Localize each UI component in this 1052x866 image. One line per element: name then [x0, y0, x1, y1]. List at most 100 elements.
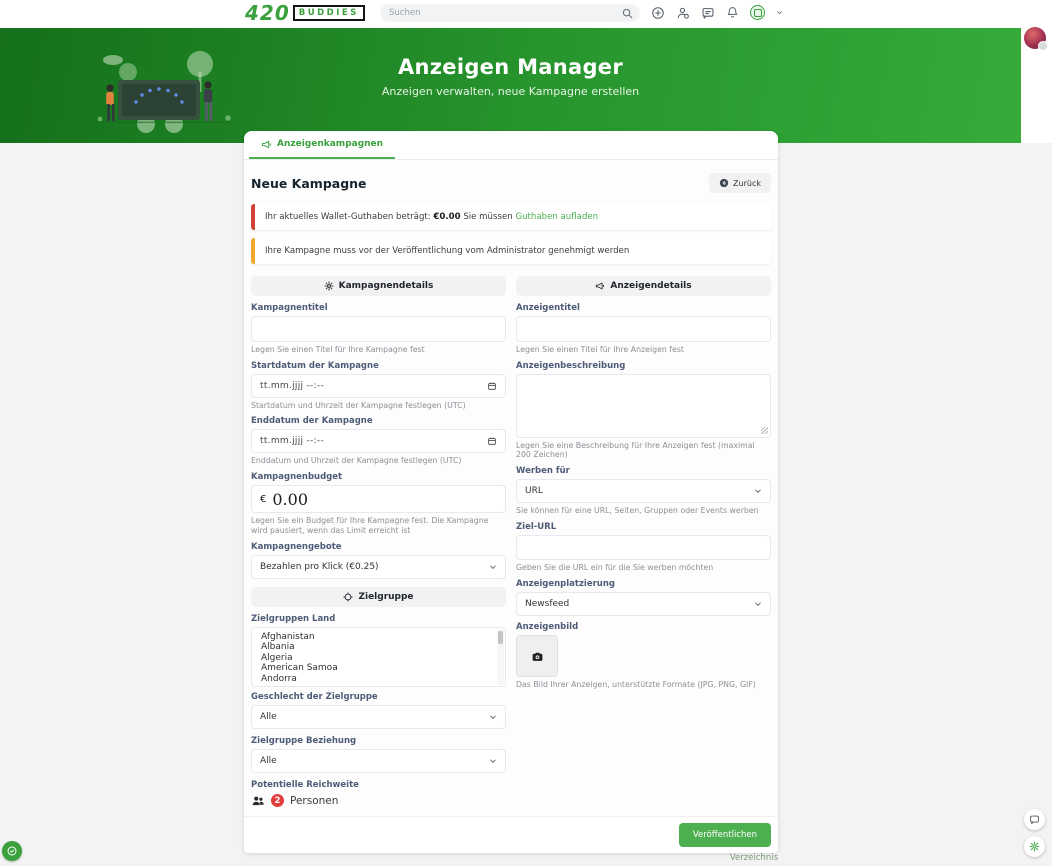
ad-image-label: Anzeigenbild — [516, 622, 771, 632]
country-option[interactable]: Andorra — [252, 674, 505, 685]
tab-anzeigenkampagnen[interactable]: Anzeigenkampagnen — [249, 131, 395, 159]
ad-description-textarea[interactable] — [516, 374, 771, 438]
campaign-start-input[interactable]: tt.mm.jjjj --:-- — [251, 374, 506, 398]
promote-selected-value: URL — [525, 486, 543, 496]
tab-label: Anzeigenkampagnen — [277, 139, 383, 149]
ad-description-label: Anzeigenbeschreibung — [516, 361, 771, 371]
megaphone-icon — [261, 139, 272, 150]
back-button[interactable]: Zurück — [709, 173, 771, 193]
gear-icon — [1029, 841, 1040, 852]
audience-header: Zielgruppe — [251, 587, 506, 607]
budget-value: 0.00 — [272, 490, 308, 509]
chat-float-button[interactable] — [1024, 809, 1045, 830]
profile-avatar[interactable] — [1024, 27, 1046, 49]
card-footer: Veröffentlichen — [244, 816, 778, 853]
search-input[interactable] — [380, 8, 622, 18]
logo-420-text: 420 — [245, 3, 290, 23]
calendar-icon[interactable] — [487, 436, 497, 446]
settings-float-button[interactable] — [1024, 836, 1045, 857]
campaign-details-title: Kampagnendetails — [339, 281, 434, 291]
avatar-placeholder-glyph — [754, 9, 762, 17]
camera-icon — [531, 650, 544, 663]
audience-title: Zielgruppe — [358, 592, 413, 602]
campaign-budget-input[interactable]: € 0.00 — [251, 485, 506, 513]
back-button-label: Zurück — [733, 179, 761, 188]
bid-selected-value: Bezahlen pro Klick (€0.25) — [260, 562, 379, 572]
chevron-down-icon — [489, 713, 497, 721]
target-url-label: Ziel-URL — [516, 522, 771, 532]
target-icon — [343, 592, 353, 602]
chevron-down-icon — [489, 757, 497, 765]
caret-down-icon[interactable] — [776, 9, 783, 16]
placement-selected-value: Newsfeed — [525, 599, 569, 609]
ad-details-header: Anzeigendetails — [516, 276, 771, 296]
ad-description-help: Legen Sie eine Beschreibung für Ihre Anz… — [516, 441, 771, 460]
ad-title-label: Anzeigentitel — [516, 303, 771, 313]
cookie-consent-icon[interactable] — [2, 841, 22, 861]
campaign-budget-help: Legen Sie ein Budget für Ihre Kampagne f… — [251, 516, 506, 535]
bell-icon[interactable] — [726, 6, 739, 19]
scrollbar-thumb[interactable] — [498, 631, 503, 644]
promote-for-select[interactable]: URL — [516, 479, 771, 503]
campaign-end-help: Enddatum und Uhrzeit der Kampagne festle… — [251, 456, 506, 466]
currency-symbol: € — [260, 494, 266, 505]
chevron-down-icon — [754, 600, 762, 608]
country-option[interactable]: Algeria — [252, 653, 505, 664]
publish-button[interactable]: Veröffentlichen — [679, 823, 771, 847]
ad-image-upload[interactable] — [516, 635, 558, 677]
chat-icon[interactable] — [701, 6, 715, 20]
ad-title-input[interactable] — [516, 316, 771, 342]
country-option[interactable]: Albania — [252, 642, 505, 653]
topup-wallet-link[interactable]: Guthaben aufladen — [515, 212, 598, 222]
target-url-input[interactable] — [516, 535, 771, 560]
users-icon — [251, 794, 265, 808]
reach-unit: Personen — [290, 795, 338, 807]
placement-select[interactable]: Newsfeed — [516, 592, 771, 616]
country-option[interactable]: American Samoa — [252, 663, 505, 674]
wallet-alert-text: Ihr aktuelles Wallet-Guthaben beträgt: — [265, 212, 433, 222]
ad-details-title: Anzeigendetails — [610, 281, 691, 291]
audience-country-list[interactable]: Afghanistan Albania Algeria American Sam… — [251, 627, 506, 687]
reach-count-badge: 2 — [271, 794, 284, 807]
campaign-title-label: Kampagnentitel — [251, 303, 506, 313]
audience-relationship-select[interactable]: Alle — [251, 749, 506, 773]
date-placeholder: tt.mm.jjjj --:-- — [260, 436, 324, 446]
promote-for-label: Werben für — [516, 466, 771, 476]
campaign-title-input[interactable] — [251, 316, 506, 342]
top-navbar: 420 BUDDIES — [0, 0, 1052, 28]
logo-buddies-text: BUDDIES — [293, 5, 365, 21]
search-bar — [380, 4, 640, 22]
campaign-bid-label: Kampagnengebote — [251, 542, 506, 552]
profile-menu-avatar[interactable] — [750, 5, 765, 20]
campaign-start-label: Startdatum der Kampagne — [251, 361, 506, 371]
country-list-scrollbar[interactable] — [497, 629, 504, 685]
campaign-details-header: Kampagnendetails — [251, 276, 506, 296]
campaign-start-help: Startdatum und Uhrzeit der Kampagne fest… — [251, 401, 506, 411]
chevron-down-icon — [754, 487, 762, 495]
navbar-actions — [651, 5, 783, 20]
campaign-bid-select[interactable]: Bezahlen pro Klick (€0.25) — [251, 555, 506, 579]
arrow-left-circle-icon — [719, 178, 729, 188]
person-add-icon[interactable] — [676, 6, 690, 20]
approval-alert: Ihre Kampagne muss vor der Veröffentlich… — [251, 238, 771, 264]
chevron-down-icon — [489, 563, 497, 571]
footer-link-directory[interactable]: Verzeichnis — [730, 853, 778, 863]
logo[interactable]: 420 BUDDIES — [245, 3, 365, 23]
avatar-camera-badge — [1038, 41, 1048, 51]
ad-details-column: Anzeigendetails Anzeigentitel Legen Sie … — [516, 276, 771, 808]
calendar-icon[interactable] — [487, 381, 497, 391]
reach-label: Potentielle Reichweite — [251, 780, 506, 790]
audience-gender-select[interactable]: Alle — [251, 705, 506, 729]
approval-alert-text: Ihre Kampagne muss vor der Veröffentlich… — [265, 246, 629, 256]
page-hero: Anzeigen Manager Anzeigen verwalten, neu… — [0, 28, 1021, 143]
chat-bubble-icon — [1029, 814, 1040, 825]
country-option[interactable]: Afghanistan — [252, 632, 505, 643]
ad-image-help: Das Bild Ihrer Anzeigen, unterstützte Fo… — [516, 680, 771, 690]
megaphone-icon — [595, 281, 605, 291]
ad-title-help: Legen Sie einen Titel für Ihre Anzeigen … — [516, 345, 771, 355]
search-icon[interactable] — [622, 8, 633, 19]
plus-circle-icon[interactable] — [651, 6, 665, 20]
audience-country-label: Zielgruppen Land — [251, 614, 506, 624]
campaign-budget-label: Kampagnenbudget — [251, 472, 506, 482]
campaign-end-input[interactable]: tt.mm.jjjj --:-- — [251, 429, 506, 453]
